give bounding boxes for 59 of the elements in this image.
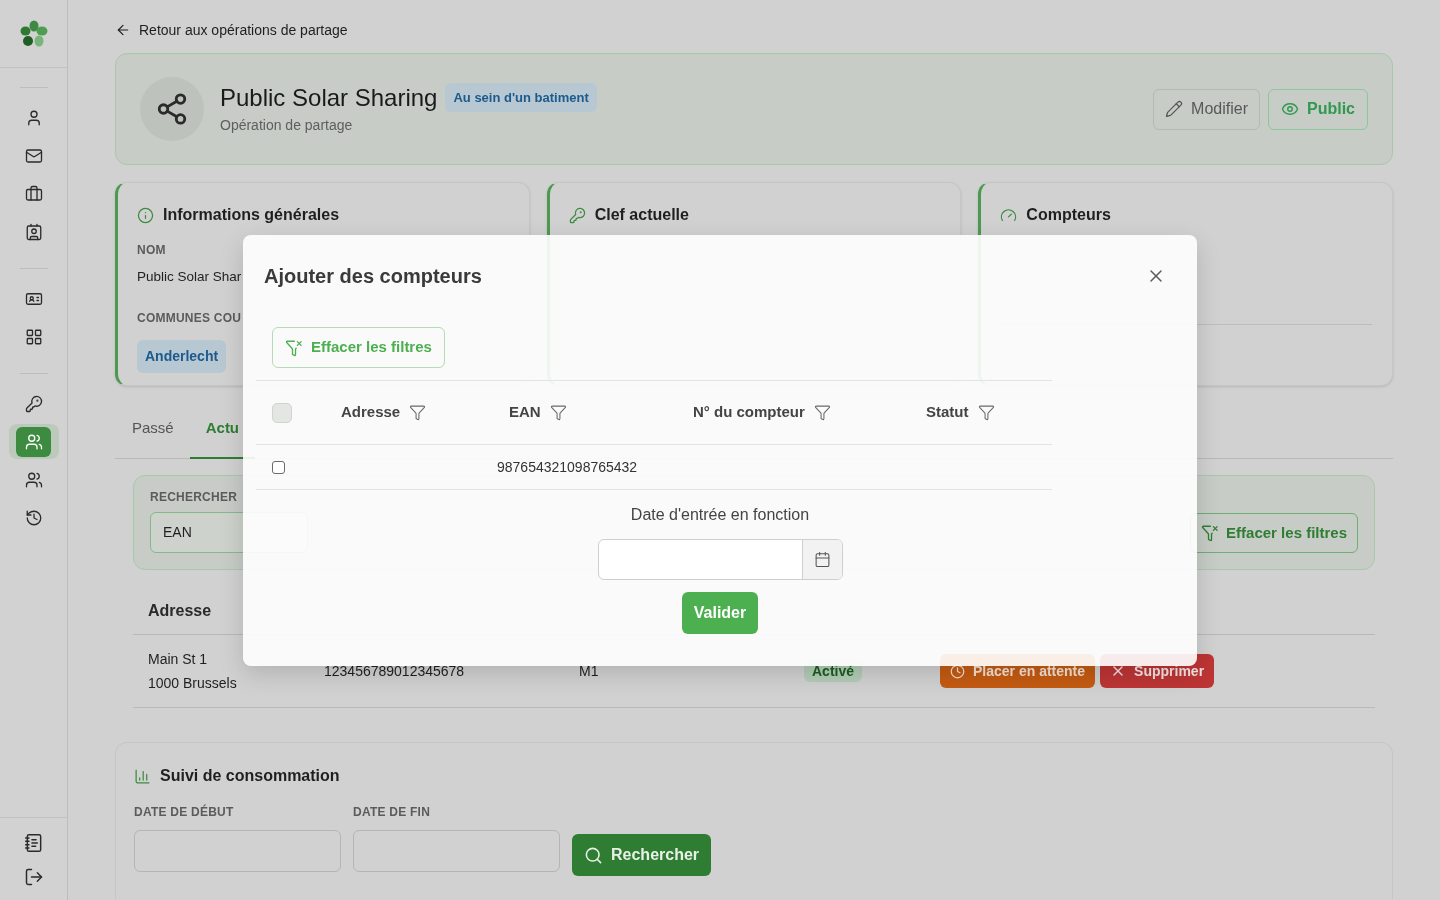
- type-badge: Au sein d'un batiment: [445, 82, 597, 113]
- submit-button[interactable]: Valider: [681, 592, 759, 634]
- date-label: Date d'entrée en fonction: [630, 505, 810, 525]
- card-title: Suivi de consommation: [160, 766, 340, 786]
- clock-icon: [950, 663, 965, 679]
- logout-icon: [23, 867, 44, 887]
- filter-button[interactable]: [813, 404, 831, 421]
- bar-chart-icon: [134, 767, 151, 785]
- date-field[interactable]: [597, 539, 843, 580]
- table-cell: M1: [579, 662, 599, 679]
- filter-icon: [813, 404, 831, 421]
- filter-clear-icon: [1201, 524, 1220, 542]
- filter-icon: [409, 404, 427, 421]
- filter-button[interactable]: [977, 404, 995, 421]
- field-label: NOM: [137, 242, 166, 259]
- page-title: Public Solar Sharing: [220, 82, 438, 113]
- field-label: DATE DE DÉBUT: [134, 803, 234, 821]
- commune-badge: Anderlecht: [137, 340, 227, 374]
- address-line: 1000 Brussels: [148, 674, 237, 693]
- date-field[interactable]: [353, 830, 560, 872]
- filter-button[interactable]: [549, 404, 567, 421]
- pencil-icon: [1165, 100, 1184, 118]
- card-title: Informations générales: [163, 205, 340, 225]
- filter-icon: [977, 404, 995, 421]
- clover-logo: [19, 19, 48, 48]
- field-label: RECHERCHER: [150, 489, 238, 506]
- filter-clear-icon: [285, 338, 303, 357]
- card-title: Compteurs: [1026, 205, 1111, 225]
- calendar-icon[interactable]: [801, 540, 842, 579]
- tab[interactable]: Passé: [132, 400, 190, 459]
- date-field[interactable]: [134, 830, 341, 872]
- column-header: Adresse: [341, 402, 401, 423]
- column-header: Statut: [926, 402, 969, 423]
- address-line: Main St 1: [148, 650, 208, 669]
- column-header: Adresse: [148, 601, 212, 619]
- column-header: EAN: [509, 402, 541, 423]
- field-value: Public Solar Shar: [137, 268, 242, 286]
- info-icon: [137, 206, 154, 224]
- search-icon: [584, 845, 603, 865]
- table-cell: 123456789012345678: [324, 662, 465, 679]
- column-header: N° du compteur: [693, 402, 805, 423]
- notebook-icon: [23, 833, 44, 853]
- key-icon: [568, 206, 586, 224]
- table-cell-text: 987654321098765432: [497, 457, 638, 477]
- card-title: Clef actuelle: [594, 205, 689, 225]
- users-icon: [16, 426, 51, 457]
- modal-title: Ajouter des compteurs: [264, 264, 482, 289]
- back-link[interactable]: Retour aux opérations de partage: [115, 20, 348, 40]
- checkbox[interactable]: [272, 460, 285, 474]
- search-button[interactable]: Rechercher: [572, 834, 712, 876]
- eye-icon: [1281, 100, 1299, 118]
- field-label: DATE DE FIN: [353, 804, 431, 821]
- edit-button[interactable]: Modifier: [1153, 88, 1260, 130]
- page-subtitle: Opération de partage: [220, 115, 353, 135]
- clear-filters-button[interactable]: Effacer les filtres: [272, 327, 445, 368]
- field-label: COMMUNES COU: [137, 310, 242, 328]
- filter-icon: [549, 404, 567, 421]
- gauge-icon: [1000, 206, 1018, 224]
- filter-button[interactable]: [409, 404, 427, 421]
